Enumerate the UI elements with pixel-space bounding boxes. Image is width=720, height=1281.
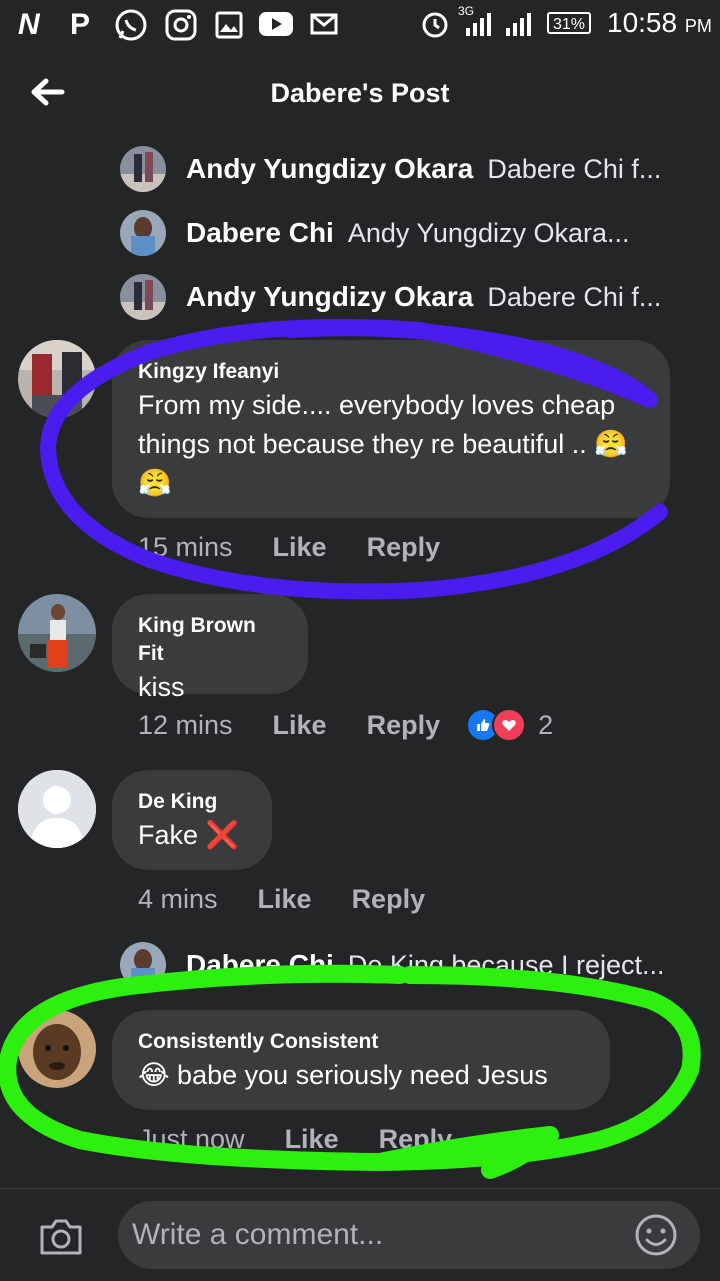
avatar[interactable]	[120, 146, 166, 192]
comment-author[interactable]: King Brown Fit	[138, 612, 282, 668]
reply-author[interactable]: Andy Yungdizy Okara	[186, 153, 473, 185]
comment-text: Fake ❌	[138, 820, 240, 850]
reply-snippet: Dabere Chi f...	[487, 153, 662, 184]
emoji-icon[interactable]	[634, 1213, 678, 1262]
avatar[interactable]	[18, 340, 96, 418]
reply-snippet: De King because I reject...	[347, 949, 665, 980]
like-button[interactable]: Like	[285, 1124, 339, 1155]
comment-author[interactable]: Consistently Consistent	[138, 1028, 584, 1056]
comment-bubble[interactable]: De King Fake ❌	[112, 770, 272, 870]
like-button[interactable]: Like	[258, 884, 312, 915]
reply-thread-item[interactable]: Andy Yungdizy Okara Dabere Chi f...	[120, 144, 661, 194]
comment-text: kiss	[138, 672, 185, 702]
comment-time: Just now	[138, 1124, 245, 1154]
reply-snippet: Andy Yungdizy Okara...	[347, 217, 630, 248]
comment-composer	[0, 1188, 720, 1281]
avatar[interactable]	[18, 1010, 96, 1088]
reply-author[interactable]: Dabere Chi	[186, 949, 334, 981]
gallery-icon	[214, 10, 244, 45]
clock: 10:58 PM	[607, 7, 712, 39]
youtube-icon	[258, 10, 294, 43]
page-title: Dabere's Post	[270, 78, 450, 108]
signal-icon-2	[504, 12, 534, 41]
app-p-icon: P	[70, 8, 91, 41]
comment-actions: 4 mins Like Reply	[138, 884, 425, 915]
reply-thread-item[interactable]: Andy Yungdizy Okara Dabere Chi f...	[120, 272, 661, 322]
clock-time: 10:58	[607, 7, 678, 38]
battery-indicator: 31%	[547, 12, 591, 34]
app-n-icon: N	[18, 8, 40, 41]
mail-icon	[310, 12, 340, 43]
reply-author[interactable]: Andy Yungdizy Okara	[186, 281, 473, 313]
clock-ampm: PM	[684, 16, 712, 36]
reply-button[interactable]: Reply	[379, 1124, 453, 1155]
comment-bubble[interactable]: Consistently Consistent 😂 babe you serio…	[112, 1010, 610, 1110]
reply-button[interactable]: Reply	[352, 884, 426, 915]
comment-author[interactable]: De King	[138, 788, 246, 816]
reactions[interactable]: 2	[466, 708, 553, 742]
avatar[interactable]	[120, 274, 166, 320]
reply-author[interactable]: Dabere Chi	[186, 217, 334, 249]
reaction-count: 2	[538, 709, 554, 740]
comment-actions: 15 mins Like Reply	[138, 532, 440, 563]
status-bar: N P 3G 31% 10:58 PM	[0, 0, 720, 50]
instagram-icon	[164, 8, 198, 47]
comment-text: 😂 babe you seriously need Jesus	[138, 1060, 548, 1090]
comment-time: 12 mins	[138, 709, 233, 740]
comment-actions: 12 mins Like Reply 2	[138, 708, 553, 742]
reply-thread-item[interactable]: Dabere Chi Andy Yungdizy Okara...	[120, 208, 630, 258]
avatar[interactable]	[120, 942, 166, 988]
like-button[interactable]: Like	[273, 532, 327, 563]
comment-input[interactable]	[118, 1201, 700, 1269]
love-reaction-icon	[492, 708, 527, 742]
avatar[interactable]	[120, 210, 166, 256]
alarm-icon	[420, 9, 450, 44]
reply-thread-item[interactable]: Dabere Chi De King because I reject...	[120, 940, 665, 990]
comment-bubble[interactable]: Kingzy Ifeanyi From my side.... everybod…	[112, 340, 670, 518]
whatsapp-icon	[114, 8, 148, 47]
comment-time: 4 mins	[138, 884, 218, 914]
reply-button[interactable]: Reply	[367, 532, 441, 563]
reply-button[interactable]: Reply	[367, 710, 441, 741]
avatar[interactable]	[18, 770, 96, 848]
comment-author[interactable]: Kingzy Ifeanyi	[138, 358, 644, 386]
comment-time: 15 mins	[138, 532, 233, 562]
camera-icon[interactable]	[38, 1217, 84, 1262]
avatar[interactable]	[18, 594, 96, 672]
comment-actions: Just now Like Reply	[138, 1124, 452, 1155]
comment-text: From my side.... everybody loves cheap t…	[138, 390, 628, 498]
like-button[interactable]: Like	[273, 710, 327, 741]
reply-snippet: Dabere Chi f...	[487, 281, 662, 312]
signal-icon	[464, 12, 494, 41]
comment-bubble[interactable]: King Brown Fit kiss	[112, 594, 308, 702]
